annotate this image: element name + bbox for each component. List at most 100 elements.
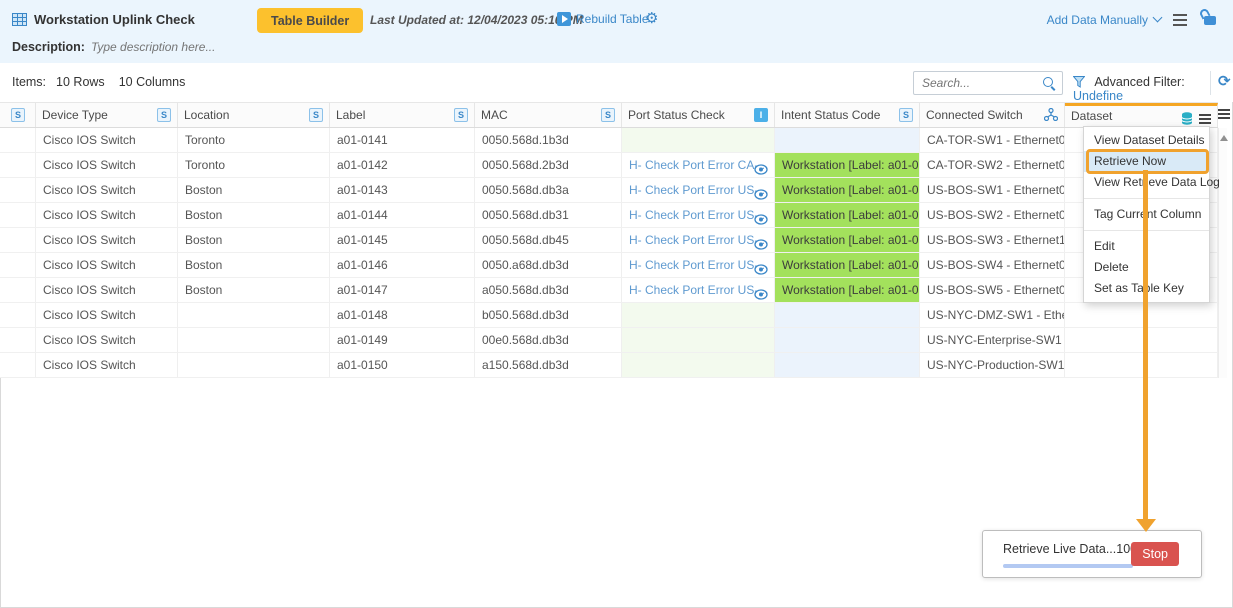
cell-port-status-check[interactable]: H- Check Port Error US-... (622, 253, 775, 277)
eye-icon[interactable] (754, 209, 768, 227)
port-status-link[interactable]: H- Check Port Error US-... (629, 208, 768, 222)
column-header-location[interactable]: LocationS (178, 103, 330, 127)
table-options-icon[interactable] (1218, 109, 1230, 121)
cell-mac[interactable]: 0050.a68d.db3d (475, 253, 622, 277)
eye-icon[interactable] (754, 259, 768, 277)
cell-location[interactable] (178, 353, 330, 377)
cell-intent-status-code[interactable]: Workstation [Label: a01-014... (775, 203, 920, 227)
port-status-link[interactable]: H- Check Port Error US-... (629, 283, 768, 297)
cell-intent-status-code[interactable] (775, 303, 920, 327)
table-row[interactable]: Cisco IOS SwitchBostona01-01450050.568d.… (0, 228, 1218, 253)
table-row[interactable]: Cisco IOS SwitchBostona01-01460050.a68d.… (0, 253, 1218, 278)
vertical-scrollbar[interactable] (1218, 128, 1227, 378)
cell-dataset[interactable] (1065, 328, 1218, 352)
cell-port-status-check[interactable]: H- Check Port Error US-... (622, 278, 775, 302)
cell-location[interactable] (178, 328, 330, 352)
search-input[interactable] (914, 72, 1032, 94)
column-header-device-type[interactable]: Device TypeS (36, 103, 178, 127)
cell-dataset[interactable] (1065, 353, 1218, 377)
rebuild-table-link[interactable]: Rebuild Table (557, 12, 649, 26)
column-header-label[interactable]: LabelS (330, 103, 475, 127)
cell-mac[interactable]: 00e0.568d.db3d (475, 328, 622, 352)
refresh-icon[interactable]: ⟳ (1218, 72, 1231, 90)
cell-port-status-check[interactable]: H- Check Port Error CA-... (622, 153, 775, 177)
cell-intent-status-code[interactable] (775, 353, 920, 377)
menu-item-view-dataset-details[interactable]: View Dataset Details (1084, 130, 1209, 151)
cell-port-status-check[interactable]: H- Check Port Error US-... (622, 203, 775, 227)
table-builder-button[interactable]: Table Builder (257, 8, 363, 33)
cell-connected-switch[interactable]: CA-TOR-SW1 - Ethernet0/0 (920, 128, 1065, 152)
cell-connected-switch[interactable]: US-BOS-SW2 - Ethernet0/0 (920, 203, 1065, 227)
cell-device-type[interactable]: Cisco IOS Switch (36, 128, 178, 152)
cell-connected-switch[interactable]: US-BOS-SW4 - Ethernet0/0 (920, 253, 1065, 277)
table-row[interactable]: Cisco IOS SwitchBostona01-0147a050.568d.… (0, 278, 1218, 303)
table-row[interactable]: Cisco IOS SwitchBostona01-01430050.568d.… (0, 178, 1218, 203)
cell-selector[interactable] (0, 178, 36, 202)
cell-label[interactable]: a01-0143 (330, 178, 475, 202)
cell-location[interactable]: Boston (178, 253, 330, 277)
cell-intent-status-code[interactable] (775, 328, 920, 352)
gear-icon[interactable]: ⚙ (645, 9, 658, 27)
cell-selector[interactable] (0, 278, 36, 302)
eye-icon[interactable] (754, 159, 768, 177)
cell-mac[interactable]: 0050.568d.2b3d (475, 153, 622, 177)
cell-mac[interactable]: a050.568d.db3d (475, 278, 622, 302)
cell-device-type[interactable]: Cisco IOS Switch (36, 278, 178, 302)
cell-connected-switch[interactable]: US-BOS-SW5 - Ethernet0/0 (920, 278, 1065, 302)
cell-selector[interactable] (0, 128, 36, 152)
table-row[interactable]: Cisco IOS Switcha01-0150a150.568d.db3dUS… (0, 353, 1218, 378)
cell-location[interactable] (178, 303, 330, 327)
cell-location[interactable]: Toronto (178, 153, 330, 177)
cell-label[interactable]: a01-0146 (330, 253, 475, 277)
port-status-link[interactable]: H- Check Port Error US-... (629, 183, 768, 197)
column-header-intent-status-code[interactable]: Intent Status CodeS (775, 103, 920, 127)
cell-connected-switch[interactable]: US-BOS-SW3 - Ethernet1/0 (920, 228, 1065, 252)
column-header-mac[interactable]: MACS (475, 103, 622, 127)
cell-selector[interactable] (0, 153, 36, 177)
cell-mac[interactable]: b050.568d.db3d (475, 303, 622, 327)
cell-port-status-check[interactable] (622, 353, 775, 377)
cell-mac[interactable]: 0050.568d.db3a (475, 178, 622, 202)
table-row[interactable]: Cisco IOS Switcha01-0148b050.568d.db3dUS… (0, 303, 1218, 328)
cell-port-status-check[interactable] (622, 303, 775, 327)
cell-label[interactable]: a01-0147 (330, 278, 475, 302)
menu-icon[interactable] (1173, 14, 1187, 29)
cell-label[interactable]: a01-0144 (330, 203, 475, 227)
table-row[interactable]: Cisco IOS SwitchTorontoa01-01410050.568d… (0, 128, 1218, 153)
cell-device-type[interactable]: Cisco IOS Switch (36, 178, 178, 202)
cell-label[interactable]: a01-0145 (330, 228, 475, 252)
cell-location[interactable]: Boston (178, 278, 330, 302)
column-header-connected-switch[interactable]: Connected Switch (920, 103, 1065, 127)
cell-intent-status-code[interactable]: Workstation [Label: a01-014... (775, 178, 920, 202)
table-row[interactable]: Cisco IOS SwitchTorontoa01-01420050.568d… (0, 153, 1218, 178)
cell-location[interactable]: Boston (178, 203, 330, 227)
cell-location[interactable]: Toronto (178, 128, 330, 152)
menu-item-retrieve-now[interactable]: Retrieve Now (1084, 151, 1209, 172)
cell-device-type[interactable]: Cisco IOS Switch (36, 228, 178, 252)
eye-icon[interactable] (754, 284, 768, 302)
cell-device-type[interactable]: Cisco IOS Switch (36, 153, 178, 177)
stop-button[interactable]: Stop (1131, 542, 1179, 566)
cell-port-status-check[interactable] (622, 128, 775, 152)
cell-connected-switch[interactable]: CA-TOR-SW2 - Ethernet0/0 (920, 153, 1065, 177)
cell-selector[interactable] (0, 228, 36, 252)
cell-mac[interactable]: 0050.568d.1b3d (475, 128, 622, 152)
cell-mac[interactable]: 0050.568d.db45 (475, 228, 622, 252)
port-status-link[interactable]: H- Check Port Error US-... (629, 258, 768, 272)
advanced-filter-value[interactable]: Undefine (1073, 89, 1123, 103)
column-header-dataset[interactable]: Dataset (1065, 103, 1218, 127)
eye-icon[interactable] (754, 184, 768, 202)
cell-label[interactable]: a01-0149 (330, 328, 475, 352)
cell-port-status-check[interactable] (622, 328, 775, 352)
scroll-up-icon[interactable] (1220, 135, 1228, 141)
cell-connected-switch[interactable]: US-NYC-Enterprise-SW1 - Et... (920, 328, 1065, 352)
cell-intent-status-code[interactable]: Workstation [Label: a01-014... (775, 278, 920, 302)
cell-port-status-check[interactable]: H- Check Port Error US-... (622, 178, 775, 202)
cell-intent-status-code[interactable]: Workstation [Label: a01-014... (775, 153, 920, 177)
cell-intent-status-code[interactable]: Workstation [Label: a01-014... (775, 253, 920, 277)
cell-location[interactable]: Boston (178, 178, 330, 202)
cell-label[interactable]: a01-0148 (330, 303, 475, 327)
eye-icon[interactable] (754, 234, 768, 252)
search-icon[interactable] (1042, 76, 1056, 90)
cell-mac[interactable]: a150.568d.db3d (475, 353, 622, 377)
